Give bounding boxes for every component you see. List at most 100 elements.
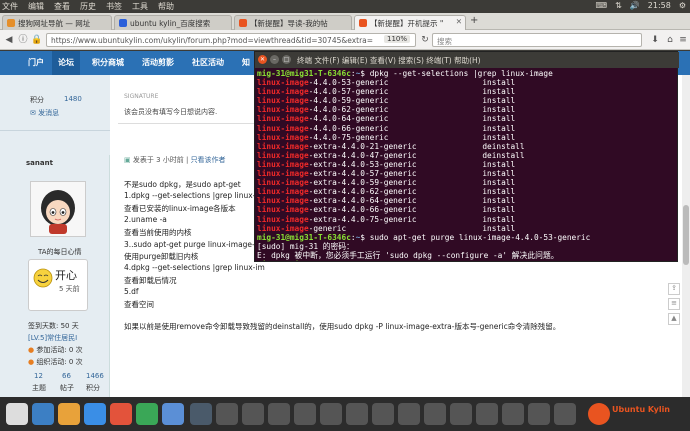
ubuntu-favicon-icon [239,19,247,27]
menu-item[interactable]: 帮助 [158,1,174,12]
send-message-label: 发消息 [38,109,60,117]
messenger-icon[interactable] [162,403,184,425]
package-prefix: linux-image [257,159,309,169]
app-menu: 文件 编辑 查看 历史 书签 工具 帮助 [2,1,174,12]
author-name[interactable]: sanant [26,159,53,167]
home-icon[interactable]: ⌂ [663,33,677,47]
close-tab-icon[interactable]: ✕ [456,17,462,26]
send-message-link[interactable]: ✉ 发消息 [30,108,59,118]
menu-item[interactable]: 书签 [106,1,122,12]
ubuntu-logo-icon[interactable] [588,403,610,425]
stat-points-value[interactable]: 1466 [86,372,104,380]
terminal-titlebar[interactable]: ✕ – □ 终端 文件(F) 编辑(E) 查看(V) 搜索(S) 终端(T) 帮… [255,52,679,68]
maximize-icon[interactable]: □ [282,55,291,64]
window-thumb-icon[interactable] [294,403,316,425]
window-thumb-icon[interactable] [268,403,290,425]
tab-sogou[interactable]: 搜狗网址导航 — 网址 [2,15,112,30]
spreadsheet-icon[interactable] [136,403,158,425]
minimize-icon[interactable]: – [270,55,279,64]
package-state: install [482,87,516,97]
window-thumb-icon[interactable] [554,403,576,425]
window-thumb-icon[interactable] [450,403,472,425]
network-icon[interactable]: ⇅ [615,1,622,10]
nav-activity-photos[interactable]: 活动剪影 [136,51,180,75]
url-field[interactable]: https://www.ubuntukylin.com/ukylin/forum… [46,33,416,47]
package-prefix: linux-image [257,132,309,142]
menu-icon[interactable]: ≡ [676,33,690,47]
reload-icon[interactable]: ↻ [418,33,432,47]
dpkg-error-message: E: dpkg 被中断，您必须手工运行 'sudo dpkg --configu… [257,250,559,260]
menu-item[interactable]: 编辑 [28,1,44,12]
tab-active-thread[interactable]: 【新提醒】开机提示 " ✕ [354,15,466,30]
scrollbar-thumb[interactable] [683,205,689,265]
package-state: install [482,214,516,224]
tab-label: 【新提醒】开机提示 " [370,19,444,28]
search-input[interactable]: 搜索 [432,33,642,47]
nav-points-mall[interactable]: 积分商城 [86,51,130,75]
terminal-line: linux-image-4.4.0-66-generic install [257,124,675,133]
downloads-icon[interactable]: ⬇ [648,33,662,47]
package-pad [417,151,483,160]
package-prefix: linux-image [257,105,309,115]
only-author-link[interactable]: 只看该作者 [191,156,226,164]
arrow-icon[interactable] [190,403,212,425]
menu-item[interactable]: 文件 [2,1,18,12]
window-thumb-icon[interactable] [476,403,498,425]
tab-forum-guide[interactable]: 【新提醒】导读-我的帖 [234,15,352,30]
terminal-window[interactable]: ✕ – □ 终端 文件(F) 编辑(E) 查看(V) 搜索(S) 终端(T) 帮… [254,51,679,262]
window-thumb-icon[interactable] [528,403,550,425]
files-icon[interactable] [58,403,80,425]
volume-icon[interactable]: 🔊 [630,1,640,10]
list-icon[interactable]: ≡ [668,298,680,310]
page-scrollbar[interactable] [682,75,690,397]
tab-baidu[interactable]: ubuntu kylin_百度搜索 [114,15,232,30]
window-thumb-icon[interactable] [346,403,368,425]
terminal-line: linux-image-4.4.0-75-generic install [257,133,675,142]
settings-gear-icon[interactable]: ⚙ [679,1,686,10]
window-thumb-icon[interactable] [424,403,446,425]
show-desktop-icon[interactable] [6,403,28,425]
nav-portal[interactable]: 门户 [22,51,50,75]
points-value[interactable]: 1480 [64,95,82,103]
package-prefix: linux-image [257,78,309,88]
window-thumb-icon[interactable] [372,403,394,425]
info-icon[interactable]: ⓘ [16,33,30,47]
post-footer-note: 如果以前是使用remove命令卸载导致残留的deinstall的，使用sudo … [124,322,561,331]
close-icon[interactable]: ✕ [258,55,267,64]
clock[interactable]: 21:58 [648,1,671,10]
window-thumb-icon[interactable] [502,403,524,425]
back-icon[interactable]: ◀ [2,33,16,47]
menu-item[interactable]: 历史 [80,1,96,12]
share-icon[interactable]: ⇪ [668,283,680,295]
new-tab-icon[interactable]: + [470,15,478,26]
stat-posts-value[interactable]: 66 [62,372,71,380]
terminal-line: E: dpkg 被中断，您必须手工运行 'sudo dpkg --configu… [257,251,675,260]
presentation-icon[interactable] [110,403,132,425]
package-name: -4.4.0-59-generic [308,96,389,106]
menu-item[interactable]: 查看 [54,1,70,12]
message-icon: ✉ [30,109,39,117]
menu-item[interactable]: 工具 [132,1,148,12]
terminal-menu[interactable]: 终端 文件(F) 编辑(E) 查看(V) 搜索(S) 终端(T) 帮助(H) [297,55,481,66]
nav-forum[interactable]: 论坛 [52,51,80,75]
avatar[interactable] [30,181,86,237]
keyboard-icon[interactable]: ⌨ [596,1,608,10]
window-thumb-icon[interactable] [242,403,264,425]
mood-text: 开心 [55,269,77,282]
nav-community[interactable]: 社区活动 [186,51,230,75]
back-to-top-icon[interactable]: ▲ [668,313,680,325]
terminal-line: linux-image-4.4.0-62-generic install [257,105,675,114]
window-thumb-icon[interactable] [216,403,238,425]
nav-more[interactable]: 知 [236,51,256,75]
user-level[interactable]: [LV.5]常住居民I [28,333,77,343]
lock-icon[interactable]: 🔒 [30,33,44,47]
window-thumb-icon[interactable] [398,403,420,425]
author-icon: ▣ [124,156,133,164]
package-pad [388,114,482,123]
chromium-icon[interactable] [84,403,106,425]
stat-topics-value[interactable]: 12 [34,372,43,380]
window-thumb-icon[interactable] [320,403,342,425]
computer-icon[interactable] [32,403,54,425]
terminal-output[interactable]: mig-31@mig31-T-6346c:~$ dpkg --get-selec… [257,69,675,261]
zoom-level[interactable]: 110% [384,35,411,43]
